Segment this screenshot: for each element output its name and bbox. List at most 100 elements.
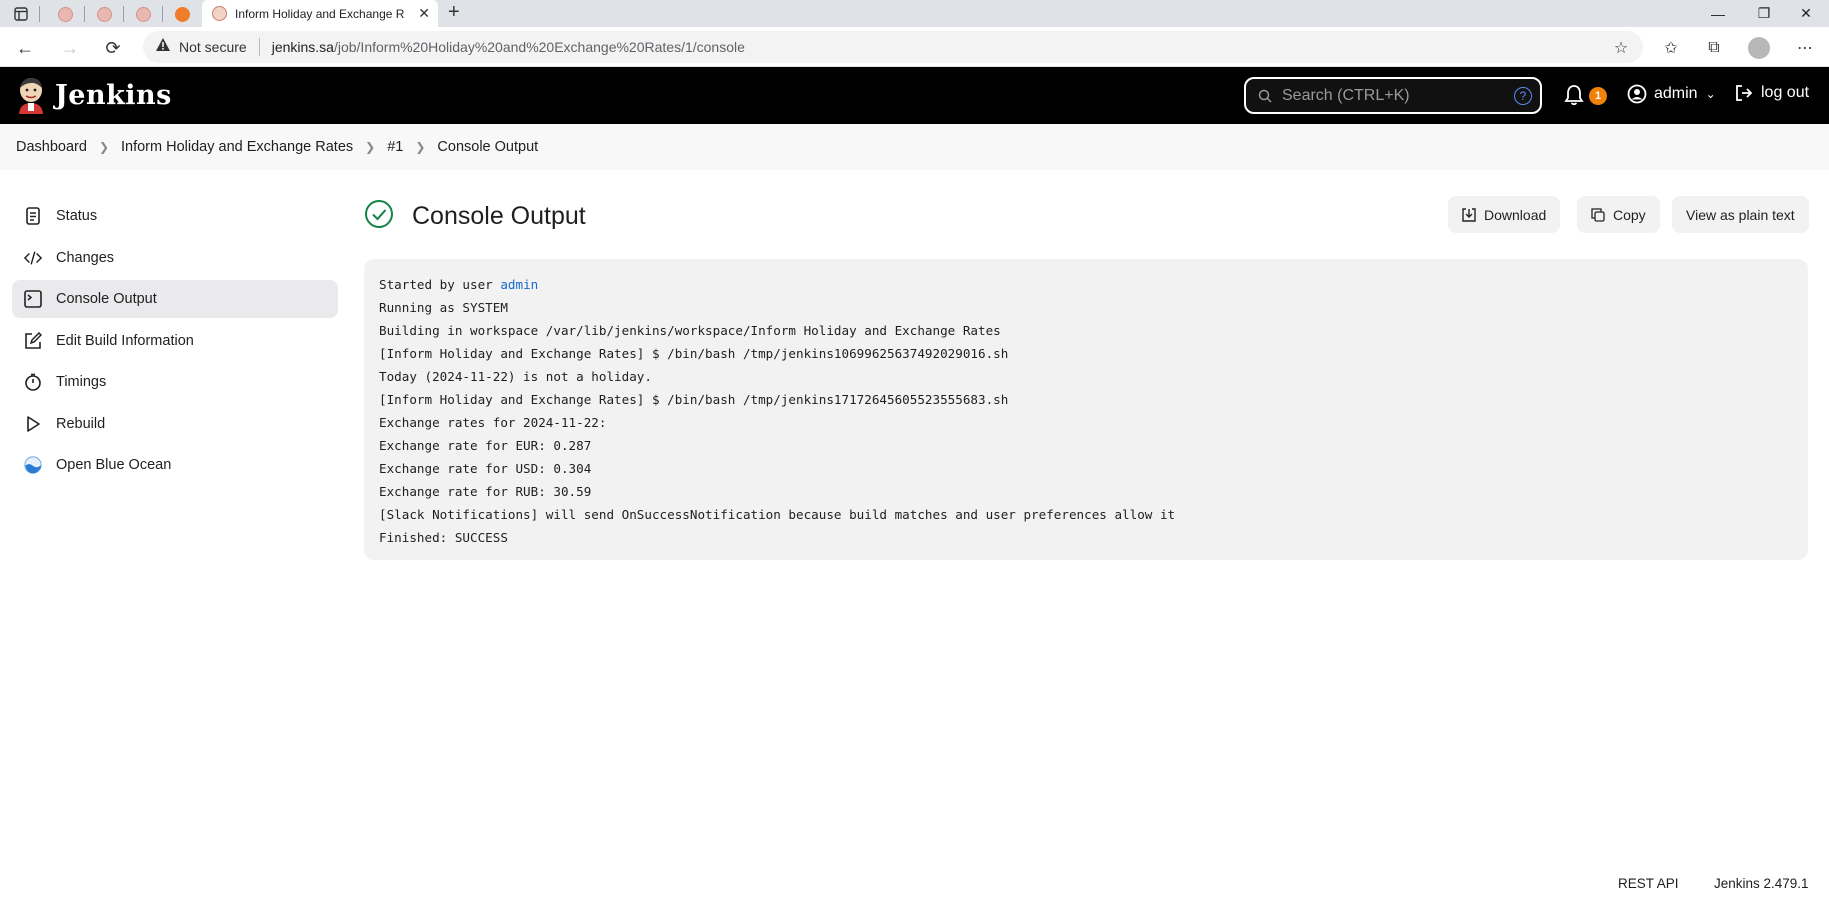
notification-badge[interactable]: 1 (1589, 87, 1607, 105)
edit-icon (24, 331, 42, 350)
download-label[interactable]: Download (1484, 207, 1546, 223)
blue-ocean-icon (24, 456, 42, 474)
sidebar-item-label: Rebuild (56, 415, 106, 432)
console-line: [Slack Notifications] will send OnSucces… (379, 507, 1176, 522)
copy-label[interactable]: Copy (1613, 207, 1646, 223)
version-link[interactable]: Jenkins 2.479.1 (1714, 876, 1809, 891)
active-browser-tab[interactable]: Inform Holiday and Exchange Ra ✕ (202, 0, 438, 27)
restore-icon[interactable]: ❐ (1741, 0, 1787, 27)
search-box[interactable]: ? (1244, 77, 1542, 114)
chevron-right-icon: ❯ (415, 140, 426, 154)
breadcrumb-build[interactable]: #1 (387, 139, 403, 155)
search-icon (1258, 89, 1272, 103)
logout-label[interactable]: log out (1761, 84, 1809, 102)
console-line: Today (2024-11-22) is not a holiday. (379, 369, 652, 384)
sidebar-item-status[interactable]: Status (12, 197, 338, 235)
success-check-icon (365, 200, 393, 228)
browser-toolbar: ← → ⟳ Not secure jenkins.sa/job/Inform%2… (0, 27, 1829, 67)
stopwatch-icon (24, 373, 42, 391)
jenkins-butler-icon (19, 78, 43, 114)
breadcrumb-dashboard[interactable]: Dashboard (16, 139, 87, 155)
sidebar-item-label: Changes (56, 249, 115, 266)
sidebar-item-label: Status (56, 208, 98, 224)
play-icon (24, 415, 42, 433)
jenkins-logo[interactable]: Jenkins (16, 76, 172, 114)
copy-button[interactable]: Copy (1577, 196, 1660, 233)
console-line: Running as SYSTEM (379, 300, 508, 315)
page-title: Console Output (412, 202, 586, 230)
console-line: Exchange rates for 2024-11-22: (379, 415, 607, 430)
sidebar-item-label: Open Blue Ocean (56, 457, 172, 473)
sidebar-item-open-blue-ocean[interactable]: Open Blue Ocean (12, 446, 338, 484)
window-close-icon[interactable]: ✕ (1783, 0, 1829, 27)
terminal-icon (24, 290, 42, 308)
address-bar[interactable]: Not secure jenkins.sa/job/Inform%20Holid… (143, 31, 1643, 63)
sidebar-item-label: Console Output (56, 291, 157, 307)
sidebar-item-edit-build-information[interactable]: Edit Build Information (12, 322, 338, 360)
document-icon (24, 207, 42, 225)
code-icon (24, 249, 42, 267)
tab-favicon-3[interactable] (133, 4, 153, 24)
jenkins-logo-text: Jenkins (55, 79, 172, 111)
breadcrumb-job[interactable]: Inform Holiday and Exchange Rates (121, 139, 353, 155)
console-line: [Inform Holiday and Exchange Rates] $ /b… (379, 392, 1009, 407)
breadcrumb: Dashboard ❯ Inform Holiday and Exchange … (0, 124, 1829, 170)
browser-tabstrip: Inform Holiday and Exchange Ra ✕ + — ❐ ✕ (0, 0, 1829, 27)
user-menu[interactable]: admin ⌄ (1627, 84, 1716, 104)
console-output: Started by user admin Running as SYSTEM … (364, 259, 1808, 560)
tab-favicon-2[interactable] (94, 4, 114, 24)
user-name[interactable]: admin (1654, 85, 1698, 103)
view-plain-text-label[interactable]: View as plain text (1686, 207, 1795, 223)
profile-icon[interactable] (1746, 35, 1772, 61)
breadcrumb-console[interactable]: Console Output (437, 139, 538, 155)
minimize-icon[interactable]: — (1695, 0, 1741, 27)
more-icon[interactable]: ⋯ (1792, 35, 1818, 61)
sidebar-item-changes[interactable]: Changes (12, 239, 338, 277)
user-icon (1627, 84, 1647, 104)
back-icon[interactable]: ← (12, 35, 38, 61)
rest-api-link[interactable]: REST API (1618, 876, 1679, 891)
forward-icon[interactable]: → (57, 35, 83, 61)
chevron-right-icon: ❯ (98, 140, 109, 154)
console-line: [Inform Holiday and Exchange Rates] $ /b… (379, 346, 1009, 361)
console-line: Exchange rate for USD: 0.304 (379, 461, 592, 476)
search-input[interactable] (1282, 86, 1502, 105)
logout-link[interactable]: log out (1735, 84, 1809, 102)
tab-favicon-1[interactable] (55, 4, 75, 24)
help-icon[interactable]: ? (1514, 87, 1532, 105)
add-favorite-icon[interactable]: ☆ (1608, 35, 1634, 61)
url-text[interactable]: jenkins.sa/job/Inform%20Holiday%20and%20… (272, 39, 745, 55)
chevron-down-icon[interactable]: ⌄ (1706, 87, 1716, 101)
download-icon (1462, 207, 1476, 222)
console-line: Exchange rate for RUB: 30.59 (379, 484, 592, 499)
chevron-right-icon: ❯ (365, 140, 376, 154)
tab-favicon-4[interactable] (172, 4, 192, 24)
console-line: Finished: SUCCESS (379, 530, 508, 545)
warning-icon[interactable] (155, 37, 171, 57)
console-user-link[interactable]: admin (500, 277, 538, 292)
sidebar-item-timings[interactable]: Timings (12, 363, 338, 401)
console-line: Exchange rate for EUR: 0.287 (379, 438, 592, 453)
close-tab-icon[interactable]: ✕ (418, 5, 430, 22)
jenkins-header: Jenkins ? 1 admin ⌄ log out (0, 67, 1829, 124)
notifications-bell-icon[interactable] (1563, 84, 1585, 106)
sidebar: Status Changes Console Output Edit Build… (12, 197, 338, 488)
sidebar-item-label: Edit Build Information (56, 332, 194, 349)
collections-icon[interactable]: ⧉ (1701, 35, 1727, 61)
sidebar-item-label: Timings (56, 374, 107, 390)
new-tab-icon[interactable]: + (448, 1, 460, 24)
favorites-icon[interactable]: ✩ (1658, 35, 1684, 61)
not-secure-label[interactable]: Not secure (179, 39, 247, 55)
copy-icon (1591, 207, 1605, 222)
sidebar-item-console-output[interactable]: Console Output (12, 280, 338, 318)
reload-icon[interactable]: ⟳ (100, 35, 126, 61)
view-plain-text-button[interactable]: View as plain text (1672, 196, 1809, 233)
jenkins-favicon-icon (212, 6, 227, 21)
active-tab-title: Inform Holiday and Exchange Ra (235, 6, 405, 21)
download-button[interactable]: Download (1448, 196, 1561, 233)
logout-icon (1736, 85, 1753, 101)
tab-actions-icon[interactable] (11, 4, 31, 24)
console-line: Started by user admin (379, 277, 539, 292)
sidebar-item-rebuild[interactable]: Rebuild (12, 405, 338, 443)
console-line: Building in workspace /var/lib/jenkins/w… (379, 323, 1001, 338)
